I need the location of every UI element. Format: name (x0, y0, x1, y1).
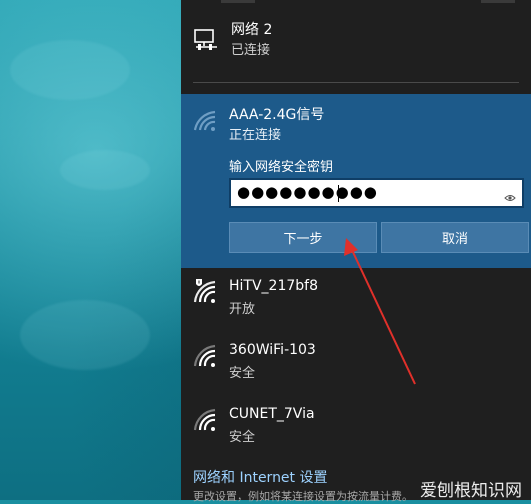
network-name: 360WiFi-103 (229, 342, 316, 358)
wifi-shield-icon (193, 278, 219, 308)
water-caustic (10, 40, 130, 100)
network-settings-link[interactable]: 网络和 Internet 设置 (193, 467, 328, 487)
network-name: HiTV_217bf8 (229, 278, 318, 294)
password-value: ●●●●●●●●●● (237, 183, 378, 201)
water-caustic (20, 300, 150, 370)
network-name: CUNET_7Via (229, 406, 315, 422)
wifi-icon (193, 408, 219, 436)
network-settings-description: 更改设置，例如将某连接设置为按流量计费。 (193, 490, 413, 503)
network-name: AAA-2.4G信号 (229, 107, 325, 123)
next-button[interactable]: 下一步 (229, 222, 377, 253)
cancel-button[interactable]: 取消 (381, 222, 529, 253)
network-status: 已连接 (231, 43, 271, 58)
network-status: 开放 (229, 302, 256, 317)
divider (193, 82, 519, 83)
network-item-cunet[interactable]: CUNET_7Via 安全 (181, 396, 531, 460)
network-flyout: 网络 2 已连接 AAA-2.4G信号 正在连接 输入网络安全密钥 ●●●●●●… (181, 0, 531, 503)
water-caustic (60, 150, 150, 190)
watermark: 爱刨根知识网 (420, 481, 522, 501)
network-item-360wifi[interactable]: 360WiFi-103 安全 (181, 332, 531, 396)
password-input[interactable]: ●●●●●●●●●● (229, 178, 524, 208)
ethernet-icon (193, 28, 219, 56)
cancel-button-label: 取消 (441, 232, 468, 247)
network-status: 正在连接 (229, 128, 282, 143)
network-item-active[interactable]: AAA-2.4G信号 正在连接 输入网络安全密钥 ●●●●●●●●●● 下一步 … (181, 94, 531, 268)
wifi-icon (193, 344, 219, 372)
network-item-ethernet[interactable]: 网络 2 已连接 (181, 0, 531, 82)
next-button-label: 下一步 (283, 232, 323, 247)
wifi-icon (193, 110, 219, 136)
network-name: 网络 2 (231, 22, 273, 38)
network-item-hitv[interactable]: HiTV_217bf8 开放 (181, 268, 531, 332)
show-password-icon[interactable] (504, 188, 516, 207)
network-status: 安全 (229, 430, 256, 445)
text-caret (338, 185, 339, 202)
password-label: 输入网络安全密钥 (229, 160, 334, 175)
network-status: 安全 (229, 366, 256, 381)
